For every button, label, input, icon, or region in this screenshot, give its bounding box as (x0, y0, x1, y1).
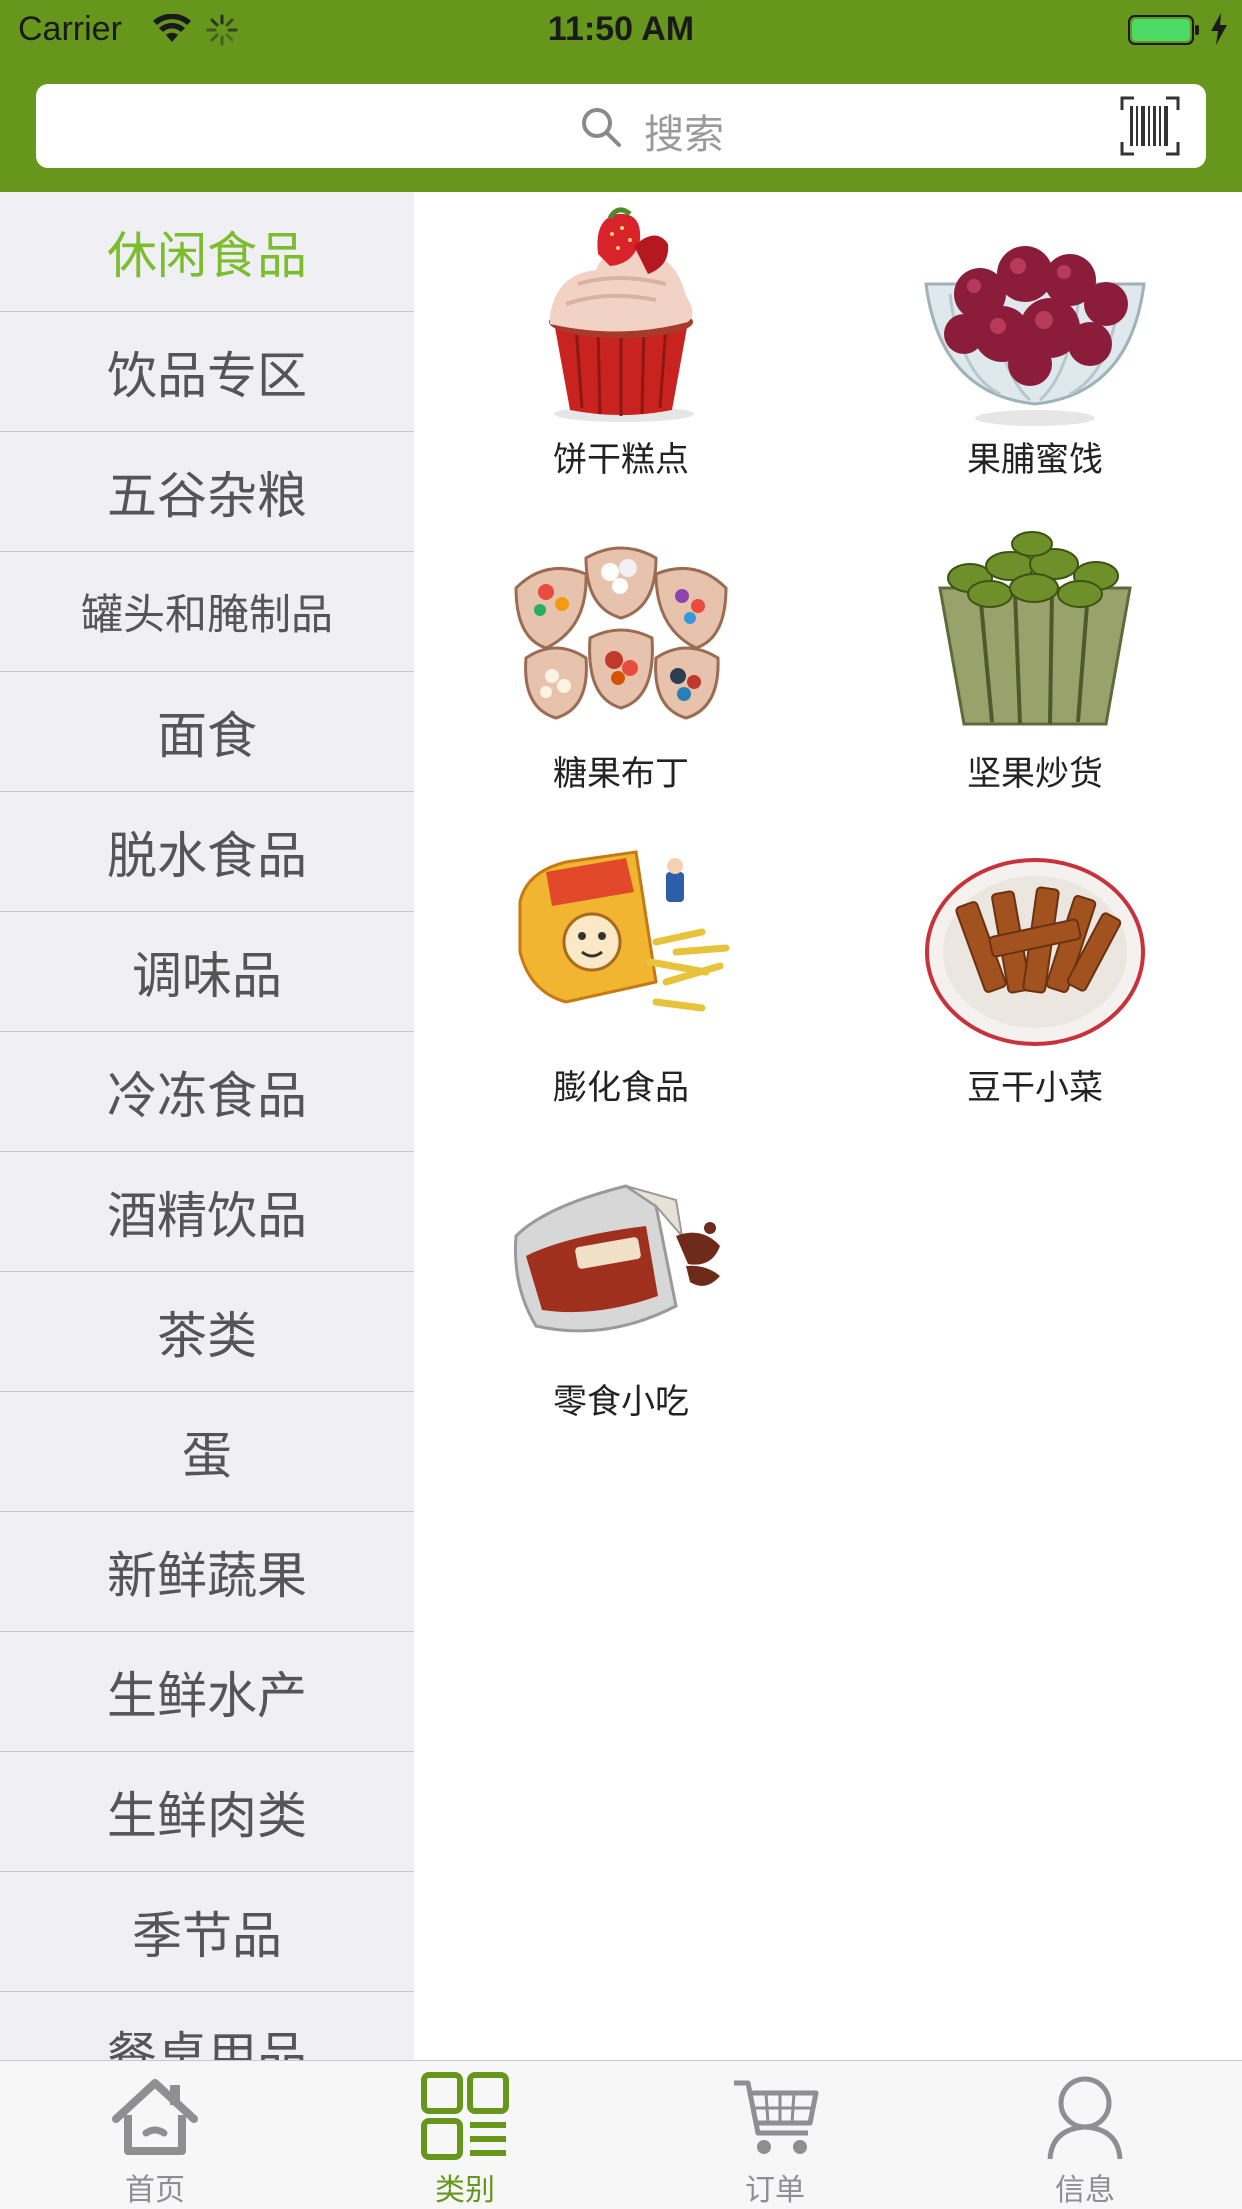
category-item[interactable]: 饮品专区 (0, 312, 414, 432)
battery-icon (1128, 15, 1199, 45)
tab-bar: 首页 类别 订单 信息 (0, 2060, 1242, 2209)
tab-label: 订单 (745, 2173, 805, 2208)
dried-fruit-bowl-icon (924, 246, 1146, 426)
category-item[interactable]: 冷冻食品 (0, 1032, 414, 1152)
tab-label: 首页 (125, 2173, 185, 2208)
subcategory-tile[interactable]: 零食小吃 (414, 1134, 828, 1448)
subcategory-grid: 饼干糕点 果脯蜜饯 糖果布丁 坚果炒货 膨化食品 豆干小菜 零食小吃 (414, 192, 1242, 2060)
subcategory-tile[interactable]: 膨化食品 (414, 820, 828, 1134)
subcategory-label: 糖果布丁 (553, 754, 689, 794)
person-icon (1047, 2076, 1123, 2160)
subcategory-label: 零食小吃 (553, 1382, 689, 1422)
cart-icon (734, 2080, 819, 2154)
category-item[interactable]: 季节品 (0, 1872, 414, 1992)
jerky-bag-icon (513, 1184, 720, 1333)
subcategory-label: 果脯蜜饯 (967, 440, 1103, 480)
category-item[interactable]: 新鲜蔬果 (0, 1512, 414, 1632)
category-item-active[interactable]: 休闲食品 (0, 192, 414, 312)
subcategory-tile[interactable]: 果脯蜜饯 (828, 192, 1242, 506)
tab-category[interactable]: 类别 (310, 2061, 620, 2209)
tab-label: 类别 (435, 2173, 495, 2208)
subcategory-tile[interactable]: 糖果布丁 (414, 506, 828, 820)
search-bar[interactable]: 搜索 (36, 84, 1206, 168)
nut-basket-icon (938, 531, 1132, 726)
tab-orders[interactable]: 订单 (620, 2061, 930, 2209)
cupcake-icon (549, 207, 694, 422)
category-sidebar: 休闲食品 饮品专区 五谷杂粮 罐头和腌制品 面食 脱水食品 调味品 冷冻食品 酒… (0, 192, 415, 2060)
subcategory-label: 膨化食品 (553, 1068, 689, 1108)
tab-home[interactable]: 首页 (0, 2061, 310, 2209)
header: Carrier 11:50 AM 搜索 (0, 0, 1242, 192)
barcode-scan-icon[interactable] (1120, 96, 1180, 156)
category-item[interactable]: 生鲜水产 (0, 1632, 414, 1752)
category-item[interactable]: 调味品 (0, 912, 414, 1032)
category-item[interactable]: 五谷杂粮 (0, 432, 414, 552)
subcategory-tile[interactable]: 饼干糕点 (414, 192, 828, 506)
candy-bags-icon (514, 546, 728, 720)
category-item[interactable]: 罐头和腌制品 (0, 552, 414, 672)
subcategory-label: 坚果炒货 (967, 754, 1103, 794)
category-grid-icon (421, 2072, 509, 2160)
subcategory-label: 饼干糕点 (553, 440, 689, 480)
category-item[interactable]: 酒精饮品 (0, 1152, 414, 1272)
category-item[interactable]: 餐桌用品 (0, 1992, 414, 2061)
status-time: 11:50 AM (547, 10, 695, 48)
home-icon (112, 2079, 198, 2155)
subcategory-tile[interactable]: 豆干小菜 (828, 820, 1242, 1134)
category-item[interactable]: 面食 (0, 672, 414, 792)
search-placeholder[interactable]: 搜索 (644, 102, 724, 160)
tab-info[interactable]: 信息 (930, 2061, 1240, 2209)
search-icon (582, 108, 621, 147)
subcategory-label: 豆干小菜 (967, 1068, 1103, 1108)
tofu-plate-icon (925, 858, 1145, 1046)
category-item[interactable]: 生鲜肉类 (0, 1752, 414, 1872)
category-item[interactable]: 蛋 (0, 1392, 414, 1512)
tab-label: 信息 (1055, 2173, 1115, 2208)
category-item[interactable]: 茶类 (0, 1272, 414, 1392)
category-item[interactable]: 脱水食品 (0, 792, 414, 912)
puffed-snack-bag-icon (518, 850, 730, 1012)
status-bar: Carrier 11:50 AM (0, 0, 1242, 62)
subcategory-tile[interactable]: 坚果炒货 (828, 506, 1242, 820)
charging-bolt-icon (1211, 13, 1227, 45)
